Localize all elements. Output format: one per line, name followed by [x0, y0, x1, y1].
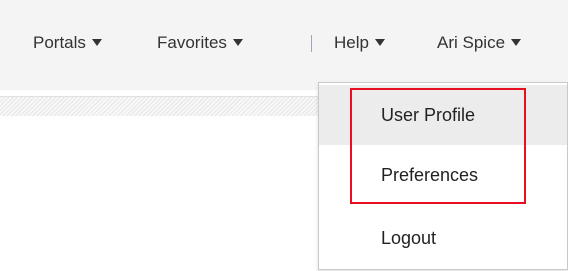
caret-down-icon	[374, 39, 385, 46]
caret-down-icon	[511, 39, 522, 46]
menu-item-logout[interactable]: Logout	[319, 208, 567, 268]
favorites-menu-button[interactable]: Favorites	[157, 33, 243, 53]
menu-item-label: Preferences	[381, 164, 479, 185]
global-nav: Portals Favorites Help Ari Spice	[0, 33, 568, 59]
portals-menu-button[interactable]: Portals	[33, 33, 102, 53]
page: Portals Favorites Help Ari Spice User Pr…	[0, 0, 568, 271]
menu-item-label: Logout	[381, 227, 437, 248]
help-label: Help	[334, 33, 369, 52]
portals-label: Portals	[33, 33, 86, 52]
caret-down-icon	[232, 39, 243, 46]
nav-divider	[311, 35, 312, 52]
caret-down-icon	[91, 39, 102, 46]
user-name-label: Ari Spice	[437, 33, 506, 52]
menu-item-user-profile[interactable]: User Profile	[319, 85, 567, 145]
user-menu-button[interactable]: Ari Spice	[437, 33, 522, 53]
menu-item-preferences[interactable]: Preferences	[319, 145, 567, 205]
global-header: Portals Favorites Help Ari Spice	[0, 0, 568, 90]
menu-item-label: User Profile	[381, 104, 476, 125]
user-dropdown-menu: User Profile Preferences Logout	[318, 82, 568, 270]
favorites-label: Favorites	[157, 33, 227, 52]
hatched-divider-strip	[0, 96, 320, 116]
help-menu-button[interactable]: Help	[334, 33, 385, 53]
